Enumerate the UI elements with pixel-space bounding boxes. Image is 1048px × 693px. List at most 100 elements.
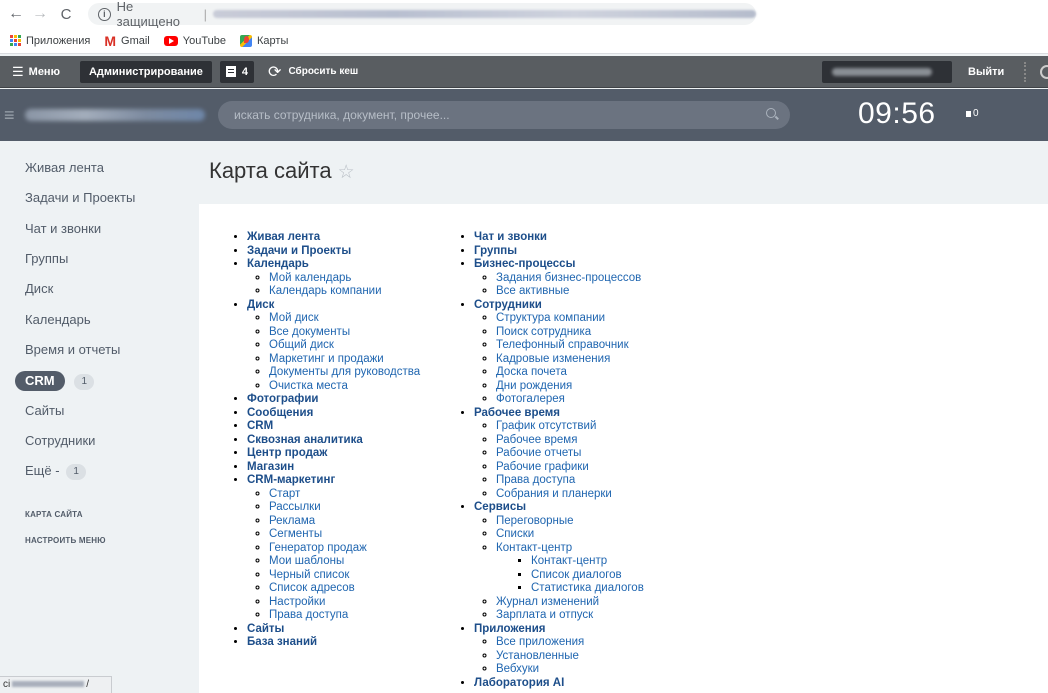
sitemap-link[interactable]: Чат и звонки	[474, 231, 547, 243]
sitemap-sublink[interactable]: Рабочие отчеты	[496, 447, 581, 459]
search-input[interactable]: искать сотрудника, документ, прочее...	[218, 101, 790, 129]
sidebar-item-employees[interactable]: Сотрудники	[25, 431, 95, 451]
address-bar[interactable]: i Не защищено |	[88, 0, 756, 29]
logout-button[interactable]: Выйти	[968, 66, 1004, 78]
sitemap-subsublink[interactable]: Контакт-центр	[531, 555, 607, 567]
sitemap-link[interactable]: База знаний	[247, 636, 317, 648]
admin-notifications-button[interactable]: 4	[219, 60, 255, 83]
portal-logo[interactable]	[24, 109, 205, 121]
sitemap-sublink[interactable]: Настройки	[269, 596, 325, 608]
sitemap-sublink[interactable]: Очистка места	[269, 380, 348, 392]
reload-icon[interactable]: C	[56, 6, 76, 23]
clear-cache-button[interactable]: ⟳ Сбросить кеш	[268, 62, 358, 82]
sitemap-sublink[interactable]: Старт	[269, 488, 300, 500]
sitemap-link[interactable]: Магазин	[247, 461, 294, 473]
sitemap-sublink[interactable]: Маркетинг и продажи	[269, 353, 384, 365]
sitemap-sublink[interactable]: Кадровые изменения	[496, 353, 610, 365]
sitemap-link[interactable]: Живая лента	[247, 231, 320, 243]
sitemap-sublink[interactable]: Контакт-центр	[496, 542, 572, 554]
configure-menu-link[interactable]: НАСТРОИТЬ МЕНЮ	[25, 536, 106, 545]
sitemap-link[interactable]: Приложения	[474, 623, 546, 635]
sitemap-link[interactable]: Центр продаж	[247, 447, 327, 459]
sitemap-sublink[interactable]: Установленные	[496, 650, 579, 662]
admin-menu-button[interactable]: ☰ Меню	[12, 64, 60, 80]
sitemap-sublink[interactable]: Общий диск	[269, 339, 334, 351]
sitemap-sublink[interactable]: Все документы	[269, 326, 350, 338]
sitemap-link[interactable]: Сквозная аналитика	[247, 434, 363, 446]
bookmark-gmail[interactable]: M Gmail	[104, 33, 149, 49]
sitemap-sublink[interactable]: Права доступа	[496, 474, 575, 486]
sidebar-item-tasks[interactable]: Задачи и Проекты	[25, 188, 135, 208]
sitemap-sublink[interactable]: Сегменты	[269, 528, 322, 540]
sidebar-item-more[interactable]: Ещё - 1	[25, 461, 87, 481]
sitemap-sublink[interactable]: Переговорные	[496, 515, 574, 527]
clock[interactable]: 09:56	[858, 97, 936, 131]
sitemap-link[interactable]: Календарь	[247, 258, 309, 270]
sidebar-item-calendar[interactable]: Календарь	[25, 310, 91, 330]
sitemap-sublink[interactable]: Генератор продаж	[269, 542, 367, 554]
sitemap-link[interactable]: Фотографии	[247, 393, 318, 405]
admin-settings-icon[interactable]	[1040, 65, 1048, 79]
administration-button[interactable]: Администрирование	[79, 60, 212, 83]
sidebar-item-groups[interactable]: Группы	[25, 249, 68, 269]
sitemap-link[interactable]: Бизнес-процессы	[474, 258, 575, 270]
sitemap-link[interactable]: Сотрудники	[474, 299, 542, 311]
sitemap-sublink[interactable]: Мои шаблоны	[269, 555, 344, 567]
back-arrow-icon[interactable]: ←	[6, 5, 26, 23]
sitemap-link[interactable]: CRM	[247, 420, 273, 432]
sitemap-sublink[interactable]: Структура компании	[496, 312, 605, 324]
bookmark-maps[interactable]: Карты	[240, 34, 288, 47]
sitemap-sublink[interactable]: Права доступа	[269, 609, 348, 621]
admin-user[interactable]	[822, 61, 952, 83]
sitemap-sublink[interactable]: Рабочие графики	[496, 461, 589, 473]
sidebar-item-sites[interactable]: Сайты	[25, 401, 64, 421]
sitemap-sublink[interactable]: Собрания и планерки	[496, 488, 612, 500]
sitemap-sublink[interactable]: Фотогалерея	[496, 393, 565, 405]
sitemap-sublink[interactable]: Список адресов	[269, 582, 355, 594]
sidebar-item-disk[interactable]: Диск	[25, 279, 53, 299]
sitemap-sublink[interactable]: Реклама	[269, 515, 315, 527]
sitemap-link[interactable]: CRM-маркетинг	[247, 474, 335, 486]
sitemap-sublink[interactable]: Рассылки	[269, 501, 321, 513]
sitemap-link[interactable]: Группы	[474, 245, 517, 257]
sitemap-link[interactable]: Диск	[247, 299, 274, 311]
sitemap-sublink[interactable]: Все приложения	[496, 636, 584, 648]
sitemap-subsublink[interactable]: Статистика диалогов	[531, 582, 644, 594]
sitemap-link[interactable]: Лаборатория AI	[474, 677, 564, 689]
sitemap-link[interactable]: Рабочее время	[474, 407, 560, 419]
flag-counter[interactable]: 0	[966, 108, 979, 119]
sitemap-sublink[interactable]: Доска почета	[496, 366, 567, 378]
sitemap-sublink[interactable]: Телефонный справочник	[496, 339, 629, 351]
sitemap-subsublink[interactable]: Список диалогов	[531, 569, 622, 581]
forward-arrow-icon[interactable]: →	[30, 5, 50, 23]
sitemap-sublink[interactable]: Черный список	[269, 569, 349, 581]
sitemap-sublink[interactable]: Поиск сотрудника	[496, 326, 591, 338]
sitemap-sublink[interactable]: Календарь компании	[269, 285, 382, 297]
sitemap-sublink[interactable]: Зарплата и отпуск	[496, 609, 593, 621]
bookmark-youtube[interactable]: YouTube	[163, 35, 226, 47]
bookmark-apps[interactable]: Приложения	[10, 34, 90, 47]
menu-burger-icon[interactable]: ≡	[4, 105, 15, 126]
sitemap-sublink[interactable]: График отсутствий	[496, 420, 596, 432]
sitemap-sublink[interactable]: Рабочее время	[496, 434, 577, 446]
sitemap-sublink[interactable]: Вебхуки	[496, 663, 539, 675]
info-icon[interactable]: i	[98, 7, 111, 21]
sidebar-item-feed[interactable]: Живая лента	[25, 158, 104, 178]
sitemap-sublink[interactable]: Задания бизнес-процессов	[496, 272, 641, 284]
sidebar-item-crm[interactable]: CRM 1	[15, 371, 95, 391]
sitemap-link[interactable]: Сайты	[247, 623, 284, 635]
sitemap-sublink[interactable]: Все активные	[496, 285, 569, 297]
sitemap-link-services[interactable]: Сервисы	[474, 501, 526, 513]
search-icon[interactable]	[766, 108, 776, 118]
sitemap-sublink[interactable]: Списки	[496, 528, 534, 540]
sidebar-item-chat[interactable]: Чат и звонки	[25, 219, 101, 239]
sitemap-link[interactable]: Сообщения	[247, 407, 313, 419]
sitemap-link[interactable]: Задачи и Проекты	[247, 245, 351, 257]
sitemap-sublink[interactable]: Мой календарь	[269, 272, 351, 284]
star-icon[interactable]: ☆	[338, 162, 355, 183]
sitemap-link[interactable]: КАРТА САЙТА	[25, 510, 83, 519]
sidebar-item-time-reports[interactable]: Время и отчеты	[25, 340, 120, 360]
sitemap-sublink[interactable]: Журнал изменений	[496, 596, 599, 608]
sitemap-sublink[interactable]: Дни рождения	[496, 380, 572, 392]
sitemap-sublink[interactable]: Мой диск	[269, 312, 319, 324]
